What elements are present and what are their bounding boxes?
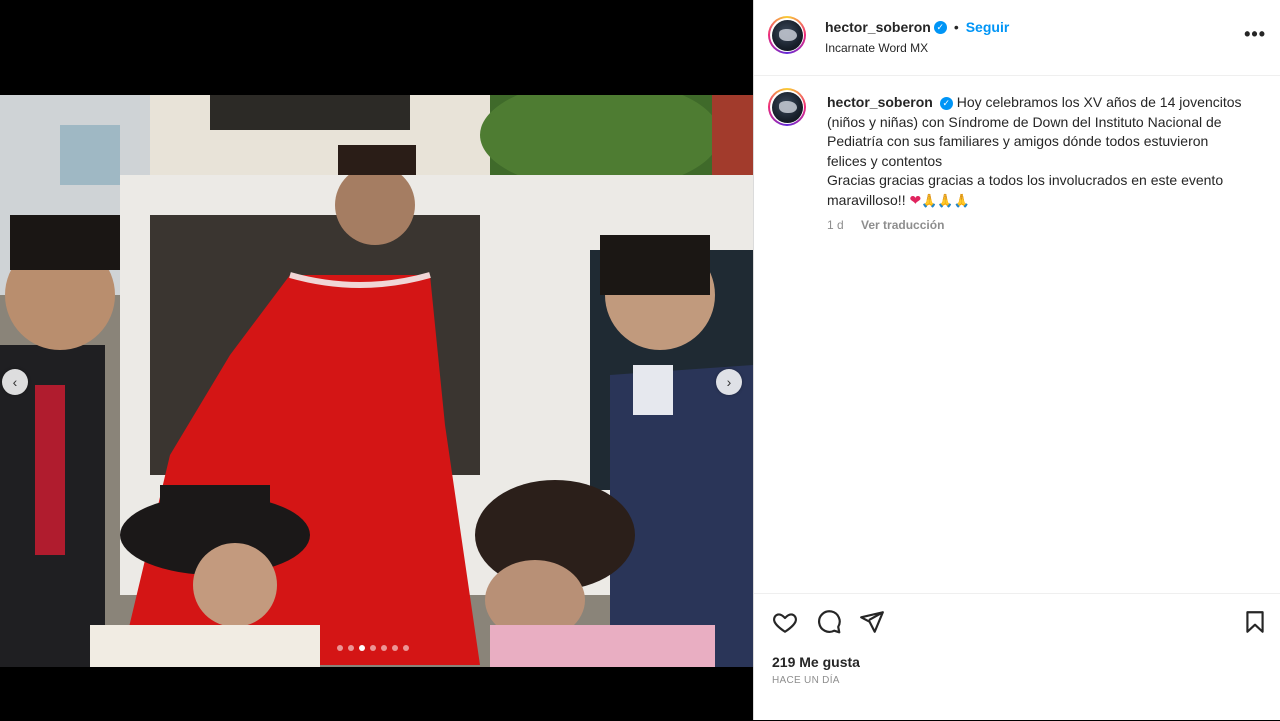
carousel-dot-active (359, 645, 365, 651)
avatar[interactable] (768, 16, 806, 54)
caption-text-line: Hoy celebramos los XV años de 14 jovenci… (956, 94, 1242, 110)
carousel-dot (381, 645, 387, 651)
caption-username-link[interactable]: hector_soberon (827, 94, 933, 110)
post-photo[interactable] (0, 95, 753, 667)
media-area: ‹ › (0, 0, 753, 720)
follow-button[interactable]: Seguir (966, 19, 1010, 35)
chevron-left-icon: ‹ (12, 374, 18, 390)
username-link[interactable]: hector_soberon (825, 19, 931, 35)
previous-slide-button[interactable]: ‹ (2, 369, 28, 395)
see-translation-button[interactable]: Ver traducción (861, 218, 944, 232)
post-age: 1 d (827, 218, 844, 232)
next-slide-button[interactable]: › (716, 369, 742, 395)
post-photo-illustration (0, 95, 753, 667)
separator-dot: • (953, 19, 959, 35)
caption-text-line: Gracias gracias gracias a todos los invo… (827, 172, 1224, 188)
chevron-right-icon: › (726, 374, 732, 390)
actions-bar: 219 Me gusta HACE UN DÍA (754, 593, 1280, 721)
pray-emoji: 🙏🙏🙏 (921, 192, 970, 208)
location-link[interactable]: Incarnate Word MX (825, 41, 928, 55)
verified-badge-icon: ✓ (933, 20, 947, 34)
caption-text-line: maravilloso!! (827, 191, 906, 208)
more-options-icon[interactable]: ••• (1244, 24, 1266, 45)
carousel-dot (337, 645, 343, 651)
carousel-dot (348, 645, 354, 651)
comment-icon[interactable] (816, 609, 842, 635)
verified-badge-icon: ✓ (939, 96, 953, 110)
caption-text-line: felices y contentos (827, 152, 943, 169)
carousel-indicator (337, 645, 409, 651)
caption-text-line: (niños y niñas) con Síndrome de Down del… (827, 113, 1222, 130)
heart-emoji: ❤ (909, 191, 922, 208)
carousel-dot (403, 645, 409, 651)
profile-picture (771, 19, 803, 51)
carousel-dot (392, 645, 398, 651)
profile-picture (771, 91, 803, 123)
caption-avatar[interactable] (768, 88, 806, 126)
post-author: hector_soberon ✓ • Seguir (825, 19, 1009, 35)
post-header: hector_soberon ✓ • Seguir Incarnate Word… (754, 0, 1280, 76)
bookmark-icon[interactable] (1242, 609, 1268, 635)
post-caption: hector_soberon ✓ Hoy celebramos los XV añ… (827, 93, 1263, 210)
carousel-dot (370, 645, 376, 651)
share-icon[interactable] (859, 609, 885, 635)
caption-text-line: Pediatría con sus familiares y amigos dó… (827, 133, 1209, 149)
like-count[interactable]: 219 Me gusta (772, 654, 860, 670)
post-detail-panel: hector_soberon ✓ • Seguir Incarnate Word… (753, 0, 1280, 720)
caption-meta: 1 d Ver traducción (827, 218, 944, 232)
heart-icon[interactable] (772, 609, 798, 635)
post-timestamp: HACE UN DÍA (772, 675, 840, 686)
